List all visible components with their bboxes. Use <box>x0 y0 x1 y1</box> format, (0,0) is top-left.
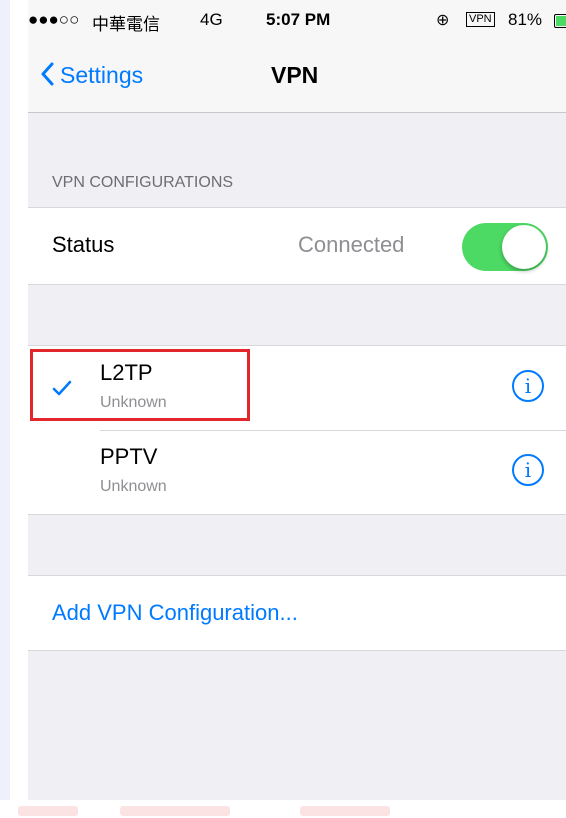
status-time: 5:07 PM <box>266 10 331 29</box>
add-vpn-configuration-button[interactable]: Add VPN Configuration... <box>52 600 298 626</box>
vpn-item-pptv[interactable]: PPTV Unknown i <box>28 430 566 514</box>
section-header: VPN CONFIGURATIONS <box>52 174 234 191</box>
left-margin-strip <box>0 0 10 818</box>
vpn-name: PPTV <box>100 444 158 469</box>
status-bar: ●●●○○ 中華電信 4G 5:07 PM ⊕ VPN 81% <box>28 0 566 40</box>
page-title: VPN <box>271 62 319 88</box>
vpn-status: Unknown <box>100 478 167 495</box>
battery-icon <box>554 14 566 28</box>
rotation-lock-icon: ⊕ <box>436 12 450 29</box>
battery-fill <box>556 16 566 26</box>
decorative-mark <box>300 806 390 816</box>
info-button[interactable]: i <box>512 454 544 486</box>
decorative-mark <box>18 806 78 816</box>
vpn-toggle[interactable] <box>462 223 548 271</box>
add-vpn-cell: Add VPN Configuration... <box>28 575 566 651</box>
status-value: Connected <box>298 232 405 257</box>
toggle-knob <box>502 225 546 269</box>
battery-percent: 81% <box>508 10 543 29</box>
phone-screen: ●●●○○ 中華電信 4G 5:07 PM ⊕ VPN 81% Settings… <box>28 0 566 800</box>
highlight-annotation <box>30 349 250 421</box>
chevron-left-icon <box>41 62 54 86</box>
navigation-bar: Settings VPN <box>28 40 566 113</box>
status-label: Status <box>52 232 115 257</box>
back-button[interactable]: Settings <box>40 62 143 89</box>
info-button[interactable]: i <box>512 370 544 402</box>
back-label: Settings <box>60 62 144 88</box>
status-cell: Status Connected <box>28 207 566 285</box>
vpn-badge: VPN <box>466 12 495 27</box>
decorative-mark <box>120 806 230 816</box>
carrier-name: 中華電信 <box>92 15 160 34</box>
vpn-item-l2tp[interactable]: L2TP Unknown i <box>28 346 566 430</box>
bottom-edge <box>0 800 566 818</box>
vpn-configuration-list: L2TP Unknown i PPTV Unknown i <box>28 345 566 515</box>
signal-strength-icon: ●●●○○ <box>28 10 80 29</box>
network-type: 4G <box>200 10 223 29</box>
